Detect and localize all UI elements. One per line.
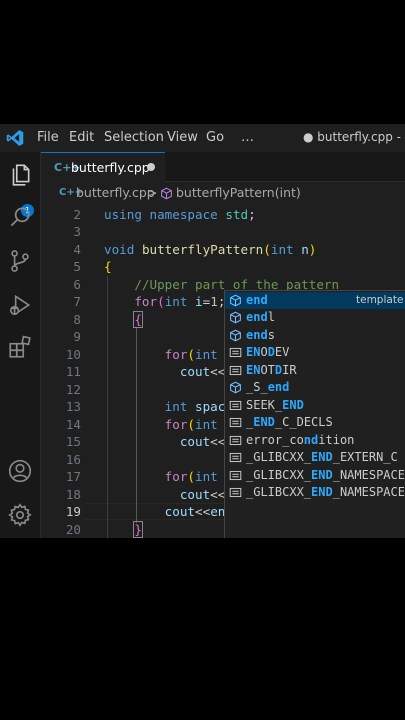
menu-view[interactable]: View [167, 130, 198, 145]
suggestion-item[interactable]: _END_C_DECLS [225, 414, 405, 432]
code-line: { [104, 259, 112, 274]
files-icon[interactable] [7, 162, 33, 188]
enum-member-icon [229, 435, 242, 445]
suggestion-item[interactable]: endl [225, 309, 405, 327]
suggestion-label: _S_end [246, 380, 290, 394]
suggestion-label: _GLIBCXX_END_NAMESPACE_ [246, 485, 405, 499]
title-bar: File Edit Selection View Go … ● butterfl… [0, 124, 405, 152]
menu-more[interactable]: … [241, 130, 254, 145]
line-number: 8 [73, 311, 81, 327]
method-cube-icon [161, 187, 172, 200]
vscode-logo-icon [6, 130, 24, 146]
activity-bar: 1 [0, 152, 41, 538]
snippet-cube-icon [230, 381, 241, 394]
suggestion-item[interactable]: _GLIBCXX_END_NAMESPACE_ [225, 484, 405, 502]
suggestion-item[interactable]: _GLIBCXX_END_EXTERN_C [225, 449, 405, 467]
enum-member-icon [229, 417, 242, 428]
line-number-current: 19 [65, 504, 81, 519]
line-number: 13 [65, 399, 81, 414]
suggestion-label: SEEK_END [246, 397, 304, 412]
tab-bar: C++ butterfly.cpp [41, 152, 405, 182]
code-line: using namespace std; [104, 206, 256, 222]
enum-member-icon [229, 470, 242, 480]
line-number: 18 [65, 486, 81, 502]
code-line: cout<<" [179, 434, 233, 449]
breadcrumb: C++ butterfly.cpp > butterflyPattern(int… [41, 182, 405, 204]
suggestion-label: end [246, 292, 268, 307]
line-number: 10 [65, 346, 81, 362]
line-number: 15 [65, 434, 81, 449]
autocomplete-suggest-widget: end template endl ends ENODEV ENOTDIR _S_end SE… [224, 290, 405, 538]
line-number: 3 [73, 224, 81, 239]
line-number: 4 [73, 241, 81, 257]
enum-member-icon [229, 452, 242, 463]
suggestion-item[interactable]: error_condition [225, 432, 405, 450]
code-line-current: cout<<end [164, 504, 233, 519]
code-line: void butterflyPattern(int n) [104, 241, 317, 257]
suggestion-label: error_condition [246, 432, 355, 447]
suggestion-item[interactable]: _GLIBCXX_END_NAMESPACE_ [225, 467, 405, 485]
line-number: 7 [73, 294, 81, 309]
suggestion-item[interactable]: SEEK_END [225, 397, 405, 415]
code-line: } [133, 520, 143, 538]
breadcrumb-separator: > [147, 185, 158, 200]
run-debug-icon[interactable] [7, 292, 33, 318]
account-icon[interactable] [7, 458, 33, 484]
enum-member-icon [229, 347, 242, 358]
suggestion-label: ENOTDIR [246, 362, 297, 377]
enum-member-icon [229, 365, 242, 375]
code-line: for(int j [164, 346, 233, 362]
suggestion-label: ends [246, 327, 275, 342]
code-line: cout<<" [179, 364, 233, 379]
line-number: 20 [65, 521, 81, 537]
line-number: 6 [73, 276, 81, 292]
snippet-cube-icon [230, 329, 241, 341]
suggestion-detail: template [356, 293, 404, 306]
suggestion-label: _GLIBCXX_END_NAMESPACE_ [246, 467, 405, 482]
suggestion-label: _GLIBCXX_END_EXTERN_C [246, 450, 398, 464]
line-number: 5 [73, 259, 81, 274]
line-number: 17 [65, 469, 81, 484]
line-number: 16 [65, 451, 81, 467]
tab-label: butterfly.cpp [71, 160, 150, 175]
code-line: { [133, 310, 143, 328]
menu-go[interactable]: Go [206, 130, 224, 145]
line-number: 11 [65, 364, 81, 379]
suggestion-item[interactable]: ENODEV [225, 344, 405, 362]
unsaved-dot-icon[interactable] [147, 163, 155, 171]
breadcrumb-file[interactable]: butterfly.cpp [76, 185, 155, 200]
line-number: 14 [65, 416, 81, 432]
code-line: int space [164, 399, 233, 414]
extensions-icon[interactable] [7, 334, 33, 360]
line-number: 2 [73, 206, 81, 222]
tab-butterfly-cpp[interactable]: C++ butterfly.cpp [41, 152, 165, 182]
line-number: 12 [65, 381, 81, 397]
vscode-window: File Edit Selection View Go … ● butterfl… [0, 124, 405, 538]
code-line: for(int j [164, 469, 233, 484]
snippet-cube-icon [230, 311, 241, 324]
settings-gear-icon[interactable] [7, 502, 33, 528]
breadcrumb-symbol[interactable]: butterflyPattern(int) [176, 185, 301, 200]
menu-file[interactable]: File [37, 130, 59, 145]
suggestion-label: endl [246, 310, 275, 324]
enum-member-icon [229, 487, 242, 498]
search-icon[interactable] [7, 204, 33, 230]
suggestion-item[interactable]: ENOTDIR [225, 362, 405, 380]
code-line: for(int i=1;i [134, 294, 233, 309]
window-title: ● butterfly.cpp - C+ [303, 130, 405, 144]
menu-edit[interactable]: Edit [69, 130, 94, 145]
suggestion-label: _END_C_DECLS [246, 415, 333, 429]
snippet-cube-icon [230, 294, 241, 306]
suggestion-label: ENODEV [246, 345, 290, 359]
suggestion-item[interactable]: end template [225, 291, 405, 309]
code-line: for(int j [164, 416, 233, 432]
menu-selection[interactable]: Selection [104, 130, 164, 145]
suggestion-item[interactable]: _S_end [225, 379, 405, 397]
line-number: 9 [73, 329, 81, 344]
source-control-icon[interactable] [7, 248, 33, 274]
code-line: cout<<" [179, 486, 233, 502]
suggestion-item[interactable]: ends [225, 327, 405, 345]
enum-member-icon [229, 400, 242, 410]
